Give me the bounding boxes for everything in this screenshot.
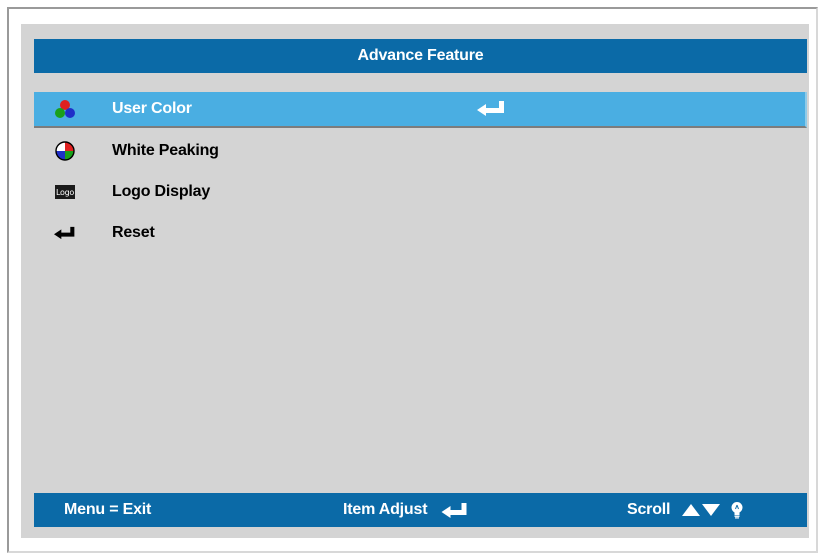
- menu-item-user-color[interactable]: User Color: [34, 92, 807, 128]
- menu-item-reset[interactable]: Reset: [34, 215, 807, 251]
- logo-icon: Logo: [54, 182, 76, 202]
- rgb-dots-icon: [54, 99, 76, 119]
- scroll-hint-label: Scroll: [627, 501, 671, 518]
- enter-arrow-icon: [477, 101, 507, 117]
- logo-icon-text: Logo: [55, 185, 75, 199]
- menu-item-white-peaking[interactable]: White Peaking: [34, 133, 807, 169]
- osd-menu-panel: Advance Feature User Color White Peaking…: [21, 24, 809, 538]
- menu-item-label: User Color: [112, 100, 192, 117]
- menu-list: User Color White Peaking Logo Logo Displ…: [34, 92, 807, 256]
- menu-item-label: Reset: [112, 224, 155, 241]
- lightbulb-icon: [730, 501, 744, 519]
- scroll-hint: Scroll: [627, 493, 744, 527]
- enter-arrow-icon: [54, 223, 76, 243]
- menu-title-bar: Advance Feature: [34, 39, 807, 73]
- menu-item-label: White Peaking: [112, 142, 219, 159]
- item-adjust-label: Item Adjust: [343, 501, 428, 518]
- triangle-up-icon: [682, 504, 701, 516]
- exit-hint-label: Menu = Exit: [64, 501, 152, 518]
- footer-hint-bar: Menu = Exit Item Adjust Scroll: [34, 493, 807, 527]
- triangle-down-icon: [702, 504, 721, 516]
- menu-item-logo-display[interactable]: Logo Logo Display: [34, 174, 807, 210]
- menu-item-label: Logo Display: [112, 183, 211, 200]
- item-adjust-hint: Item Adjust: [343, 493, 469, 527]
- menu-title: Advance Feature: [357, 47, 484, 64]
- exit-hint: Menu = Exit: [64, 493, 151, 527]
- enter-arrow-icon: [441, 502, 469, 518]
- color-wheel-icon: [54, 141, 76, 161]
